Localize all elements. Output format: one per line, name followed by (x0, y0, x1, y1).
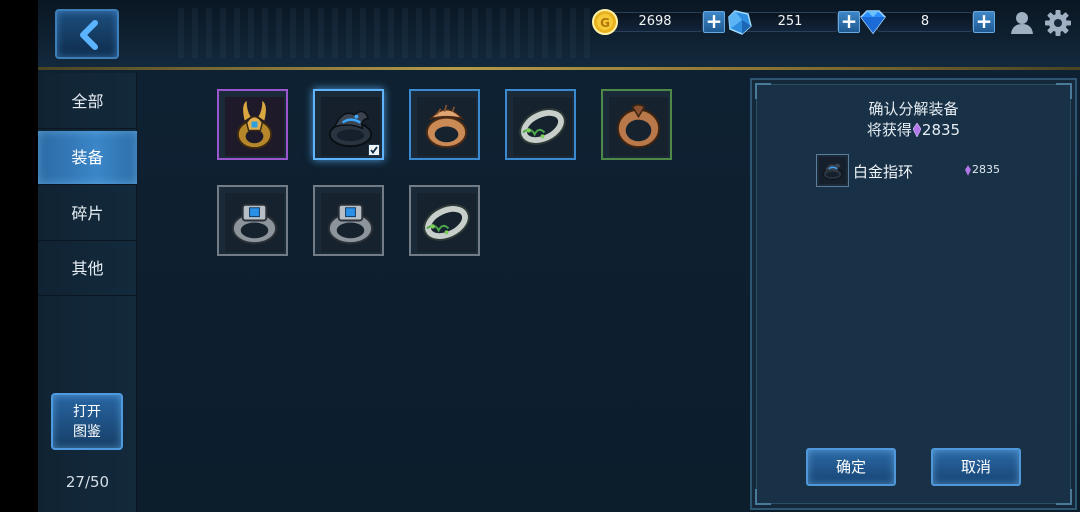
panel-corner-ornament (755, 83, 771, 99)
tab-fragments[interactable]: 碎片 (38, 187, 137, 241)
panel-corner-ornament (1056, 489, 1072, 505)
tab-all[interactable]: 全部 (38, 75, 137, 129)
add-diamond-button[interactable]: + (973, 11, 995, 33)
panel-corner-ornament (755, 489, 771, 505)
gain-summary: 将获得 2835 (752, 119, 1075, 140)
diamond-amount: 8 (877, 12, 973, 32)
item-value: 2835 (964, 163, 1000, 176)
gear-icon[interactable] (1044, 9, 1072, 37)
panel-title: 确认分解装备 (868, 100, 959, 118)
top-bar: 2698 G + 251 + 8 + (38, 0, 1080, 70)
blue-crystal-icon (728, 10, 752, 35)
item-slot[interactable] (217, 185, 288, 256)
purple-gem-icon (912, 122, 921, 137)
category-sidebar: 全部 装备 碎片 其他 打开 图鉴 27/50 (38, 73, 137, 512)
gold-amount: 2698 (607, 12, 703, 32)
gain-label: 将获得 (866, 121, 912, 139)
blue-gem-ring-icon (225, 193, 284, 252)
tab-equipment[interactable]: 装备 (38, 131, 137, 185)
item-slot[interactable] (601, 89, 672, 160)
item-slot[interactable] (313, 89, 384, 160)
tab-other[interactable]: 其他 (38, 242, 137, 296)
header-decoration (178, 8, 598, 58)
gain-value: 2835 (921, 120, 961, 139)
crystal-amount: 251 (742, 12, 838, 32)
diamond-icon (860, 10, 886, 35)
back-button[interactable] (55, 9, 119, 59)
item-name: 白金指环 (853, 163, 914, 181)
open-codex-label-line1: 打开 (73, 404, 101, 420)
item-slot[interactable] (409, 89, 480, 160)
item-slot[interactable] (505, 89, 576, 160)
item-slot[interactable] (217, 89, 288, 160)
item-thumbnail (816, 154, 849, 187)
confirm-button[interactable]: 确定 (806, 448, 896, 486)
dismantle-confirm-panel: 确认分解装备 将获得 2835 白金指环 2835 确定 取消 (750, 78, 1077, 510)
svg-text:G: G (600, 16, 610, 30)
chevron-left-icon (80, 20, 98, 50)
gold-coin-icon: G (592, 9, 618, 35)
open-codex-label-line2: 图鉴 (73, 424, 101, 440)
black-dragon-ring-icon (819, 157, 846, 184)
purple-gem-icon (965, 164, 971, 176)
inventory-capacity: 27/50 (65, 473, 110, 491)
selected-checkbox[interactable] (368, 144, 380, 156)
item-value-amount: 2835 (972, 163, 1000, 176)
panel-corner-ornament (1056, 83, 1072, 99)
item-slot[interactable] (313, 185, 384, 256)
cancel-button[interactable]: 取消 (931, 448, 1021, 486)
copper-shell-ring-icon (417, 97, 476, 156)
open-codex-button[interactable]: 打开 图鉴 (51, 393, 123, 450)
blue-gem-ring-icon (321, 193, 380, 252)
silver-vine-ring-icon (417, 193, 476, 252)
game-screen: 2698 G + 251 + 8 + 全部 装备 碎片 其他 打开 图鉴 27/… (38, 0, 1080, 512)
gold-horned-ring-icon (225, 97, 284, 156)
check-icon (370, 146, 378, 154)
dismantle-list-item: 白金指环 2835 (816, 154, 1016, 188)
bronze-ring-icon (609, 97, 668, 156)
add-gold-button[interactable]: + (703, 11, 725, 33)
item-slot[interactable] (409, 185, 480, 256)
user-icon[interactable] (1010, 11, 1034, 35)
silver-vine-ring-icon (513, 97, 572, 156)
